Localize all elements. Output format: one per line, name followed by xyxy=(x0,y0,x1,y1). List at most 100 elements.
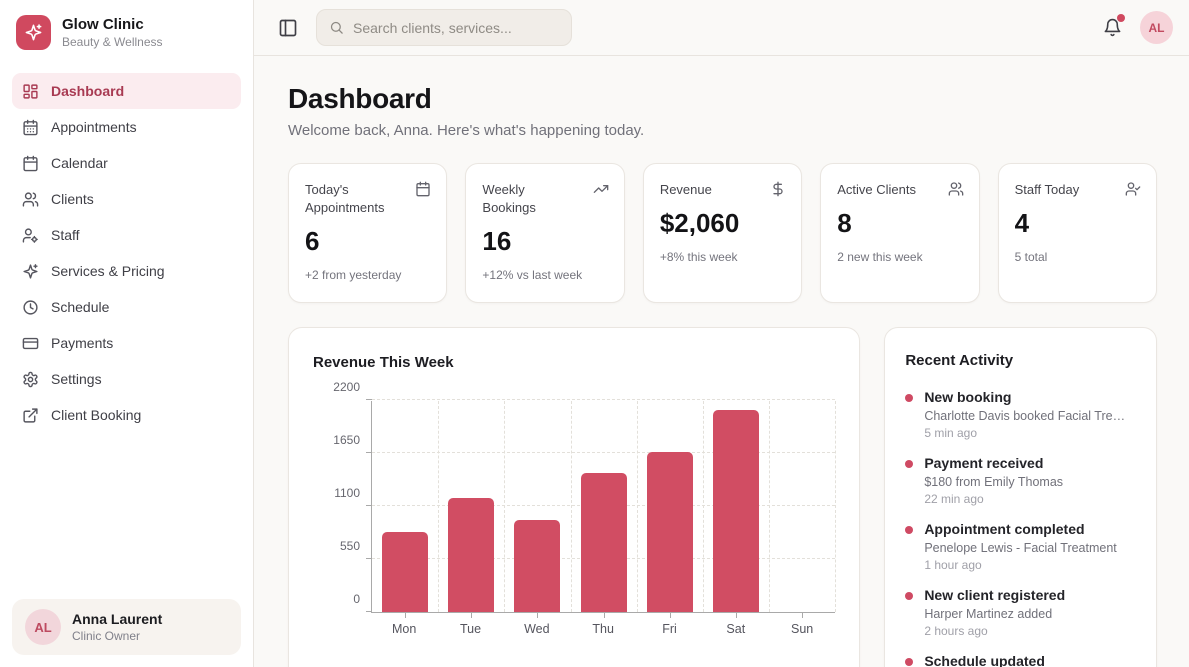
stat-note: 2 new this week xyxy=(837,250,962,264)
sparkles-icon xyxy=(22,263,39,280)
user-profile-card[interactable]: AL Anna Laurent Clinic Owner xyxy=(12,599,241,655)
stat-card-weekly-bookings: Weekly Bookings16+12% vs last week xyxy=(465,163,624,303)
recent-activity-card: Recent Activity New bookingCharlotte Dav… xyxy=(884,327,1157,667)
revenue-bar-chart: 0550110016502200 MonTueWedThuFriSatSun xyxy=(313,401,835,636)
calendar-icon xyxy=(22,155,39,172)
sidebar-item-services-pricing[interactable]: Services & Pricing xyxy=(12,253,241,289)
sidebar-item-calendar[interactable]: Calendar xyxy=(12,145,241,181)
profile-role: Clinic Owner xyxy=(72,629,162,643)
x-tick xyxy=(670,612,671,618)
settings-icon xyxy=(22,371,39,388)
page-title: Dashboard xyxy=(288,83,1157,115)
sidebar-item-schedule[interactable]: Schedule xyxy=(12,289,241,325)
sidebar-item-label: Staff xyxy=(51,227,80,243)
notification-dot xyxy=(1117,14,1125,22)
y-tick xyxy=(366,452,372,453)
stat-value: 6 xyxy=(305,226,430,257)
search-icon xyxy=(329,20,344,35)
activity-dot xyxy=(905,394,913,402)
stat-label: Today's Appointments xyxy=(305,181,430,217)
x-tick xyxy=(471,612,472,618)
activity-body: Schedule updated xyxy=(924,653,1045,667)
activity-item-description: Harper Martinez added xyxy=(924,607,1065,621)
activity-body: New client registeredHarper Martinez add… xyxy=(924,587,1065,638)
panel-left-icon xyxy=(278,18,298,38)
stat-cards-row: Today's Appointments 6 +2 from yesterday We… xyxy=(288,163,1157,303)
notifications-button[interactable] xyxy=(1099,14,1126,41)
user-check-icon xyxy=(1125,181,1141,197)
activity-item-title: Payment received xyxy=(924,455,1063,471)
activity-item-description: Penelope Lewis - Facial Treatment xyxy=(924,541,1116,555)
stat-label: Weekly Bookings xyxy=(482,181,607,217)
activity-item-time: 1 hour ago xyxy=(924,558,1116,572)
sidebar-item-label: Settings xyxy=(51,371,102,387)
chart-title: Revenue This Week xyxy=(313,354,835,371)
stat-note: +8% this week xyxy=(660,250,785,264)
sidebar-item-client-booking[interactable]: Client Booking xyxy=(12,397,241,433)
users-icon xyxy=(22,191,39,208)
stat-note: +2 from yesterday xyxy=(305,268,430,282)
trending-up-icon xyxy=(593,181,609,197)
x-tick xyxy=(405,612,406,618)
sidebar-item-label: Clients xyxy=(51,191,94,207)
sidebar-nav: Dashboard Appointments Calendar Clients Staf… xyxy=(0,64,253,587)
search-input[interactable] xyxy=(353,20,559,36)
x-label: Tue xyxy=(437,622,503,636)
sidebar-item-settings[interactable]: Settings xyxy=(12,361,241,397)
activity-dot xyxy=(905,592,913,600)
search-box[interactable] xyxy=(316,9,572,46)
y-tick xyxy=(366,558,372,559)
activity-item-appointment-completed: Appointment completed Penelope Lewis - Fa… xyxy=(905,521,1136,572)
bar-Fri xyxy=(647,452,693,612)
x-label: Sat xyxy=(703,622,769,636)
x-tick xyxy=(537,612,538,618)
sidebar-item-label: Calendar xyxy=(51,155,108,171)
sidebar-item-payments[interactable]: Payments xyxy=(12,325,241,361)
bar-Thu xyxy=(581,473,627,612)
user-avatar[interactable]: AL xyxy=(1140,11,1173,44)
x-tick xyxy=(604,612,605,618)
x-label: Mon xyxy=(371,622,437,636)
gridline-v xyxy=(438,401,439,612)
sidebar-item-label: Services & Pricing xyxy=(51,263,165,279)
sidebar-item-clients[interactable]: Clients xyxy=(12,181,241,217)
x-axis-labels: MonTueWedThuFriSatSun xyxy=(371,622,835,636)
topbar: AL xyxy=(254,0,1189,56)
brand-tagline: Beauty & Wellness xyxy=(62,35,163,49)
activity-item-title: New booking xyxy=(924,389,1130,405)
y-tick-label: 2200 xyxy=(316,380,360,394)
activity-item-time: 22 min ago xyxy=(924,492,1063,506)
stat-note: 5 total xyxy=(1015,250,1140,264)
profile-name: Anna Laurent xyxy=(72,611,162,627)
sidebar-item-label: Appointments xyxy=(51,119,137,135)
y-tick-label: 1100 xyxy=(316,486,360,500)
sidebar-item-dashboard[interactable]: Dashboard xyxy=(12,73,241,109)
stat-label: Staff Today xyxy=(1015,181,1140,199)
dollar-icon xyxy=(770,181,786,197)
stat-card-active-clients: Active Clients82 new this week xyxy=(820,163,979,303)
sidebar-item-label: Client Booking xyxy=(51,407,141,423)
stat-value: $2,060 xyxy=(660,208,785,239)
sidebar-toggle-button[interactable] xyxy=(274,14,302,42)
users-icon xyxy=(948,181,964,197)
gridline-v xyxy=(637,401,638,612)
stat-value: 4 xyxy=(1015,208,1140,239)
sidebar-item-appointments[interactable]: Appointments xyxy=(12,109,241,145)
y-tick xyxy=(366,505,372,506)
sidebar-item-staff[interactable]: Staff xyxy=(12,217,241,253)
stat-label: Revenue xyxy=(660,181,785,199)
avatar: AL xyxy=(25,609,61,645)
activity-item-new-client-registered: New client registeredHarper Martinez add… xyxy=(905,587,1136,638)
panels-row: Revenue This Week 0550110016502200 MonTue… xyxy=(288,327,1157,667)
activity-item-title: Appointment completed xyxy=(924,521,1116,537)
activity-item-time: 2 hours ago xyxy=(924,624,1065,638)
gridline-h xyxy=(372,399,835,400)
activity-body: New bookingCharlotte Davis booked Facial… xyxy=(924,389,1130,440)
bar-Wed xyxy=(514,520,560,613)
y-tick-label: 0 xyxy=(316,592,360,606)
stat-card-revenue: Revenue $2,060 +8% this week xyxy=(643,163,802,303)
chart-plot-area: 0550110016502200 xyxy=(371,401,835,613)
x-label: Wed xyxy=(504,622,570,636)
gridline-v xyxy=(504,401,505,612)
stat-card-today-s-appointments: Today's Appointments 6 +2 from yesterday xyxy=(288,163,447,303)
